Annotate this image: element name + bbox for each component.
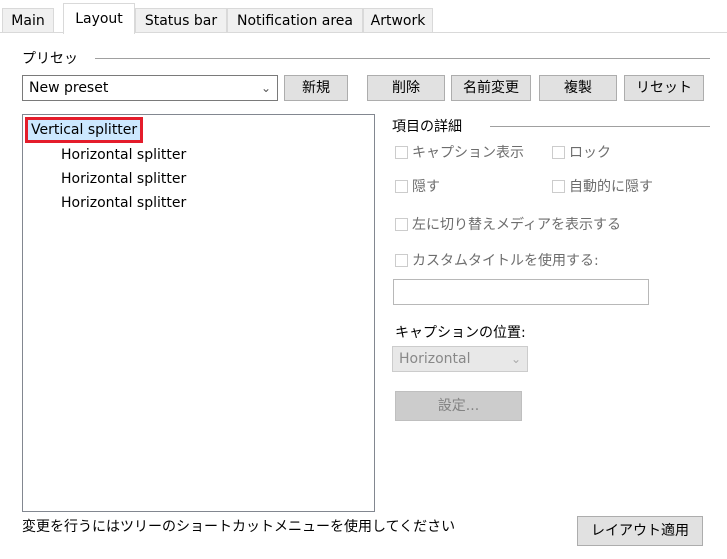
tab-status-bar[interactable]: Status bar — [135, 8, 227, 32]
tree-item-horizontal-splitter[interactable]: Horizontal splitter — [61, 169, 186, 189]
preset-group-line — [95, 58, 710, 59]
caption-position-value: Horizontal — [399, 351, 471, 367]
use-custom-title-label: カスタムタイトルを使用する: — [412, 253, 599, 269]
reset-preset-button[interactable]: リセット — [624, 75, 704, 101]
preset-select-value: New preset — [29, 80, 109, 96]
tree-item-vertical-splitter[interactable]: Vertical splitter — [25, 117, 144, 143]
checkbox-box — [395, 218, 408, 231]
hide-checkbox[interactable]: 隠す — [395, 178, 440, 196]
lock-label: ロック — [569, 145, 611, 161]
toggle-left-media-checkbox[interactable]: 左に切り替えメディアを表示する — [395, 216, 621, 234]
preset-select[interactable]: New preset ⌄ — [22, 75, 278, 101]
details-group-label: 項目の詳細 — [392, 119, 462, 135]
show-caption-checkbox[interactable]: キャプション表示 — [395, 144, 524, 162]
new-preset-button[interactable]: 新規 — [284, 75, 348, 101]
tree-item-horizontal-splitter[interactable]: Horizontal splitter — [61, 145, 186, 165]
tab-bar: Main Layout Status bar Notification area… — [0, 0, 727, 34]
caption-position-select[interactable]: Horizontal ⌄ — [392, 346, 528, 372]
auto-hide-label: 自動的に隠す — [569, 179, 653, 195]
toggle-left-media-label: 左に切り替えメディアを表示する — [412, 217, 622, 233]
caption-position-label: キャプションの位置: — [395, 325, 526, 341]
custom-title-input[interactable] — [393, 279, 649, 305]
details-group-line — [490, 126, 710, 127]
chevron-down-icon: ⌄ — [510, 352, 521, 366]
duplicate-preset-button[interactable]: 複製 — [539, 75, 617, 101]
hide-label: 隠す — [412, 179, 440, 195]
checkbox-box — [395, 180, 408, 193]
tab-artwork[interactable]: Artwork — [363, 8, 433, 32]
checkbox-box — [395, 254, 408, 267]
tab-main[interactable]: Main — [2, 8, 54, 32]
lock-checkbox[interactable]: ロック — [552, 144, 611, 162]
use-custom-title-checkbox[interactable]: カスタムタイトルを使用する: — [395, 252, 599, 270]
chevron-down-icon: ⌄ — [260, 81, 271, 95]
delete-preset-button[interactable]: 削除 — [367, 75, 445, 101]
preset-group-label: プリセッ — [22, 51, 78, 67]
show-caption-label: キャプション表示 — [412, 145, 524, 161]
tab-layout[interactable]: Layout — [63, 3, 135, 34]
tree-item-horizontal-splitter[interactable]: Horizontal splitter — [61, 193, 186, 213]
settings-button[interactable]: 設定... — [395, 391, 522, 421]
rename-preset-button[interactable]: 名前変更 — [451, 75, 531, 101]
checkbox-box — [395, 146, 408, 159]
tree-hint-text: 変更を行うにはツリーのショートカットメニューを使用してください — [22, 519, 456, 535]
checkbox-box — [552, 180, 565, 193]
apply-layout-button[interactable]: レイアウト適用 — [577, 516, 703, 546]
checkbox-box — [552, 146, 565, 159]
auto-hide-checkbox[interactable]: 自動的に隠す — [552, 178, 653, 196]
tab-notification-area[interactable]: Notification area — [227, 8, 363, 32]
layout-tree[interactable]: Vertical splitter Horizontal splitter Ho… — [22, 114, 375, 512]
